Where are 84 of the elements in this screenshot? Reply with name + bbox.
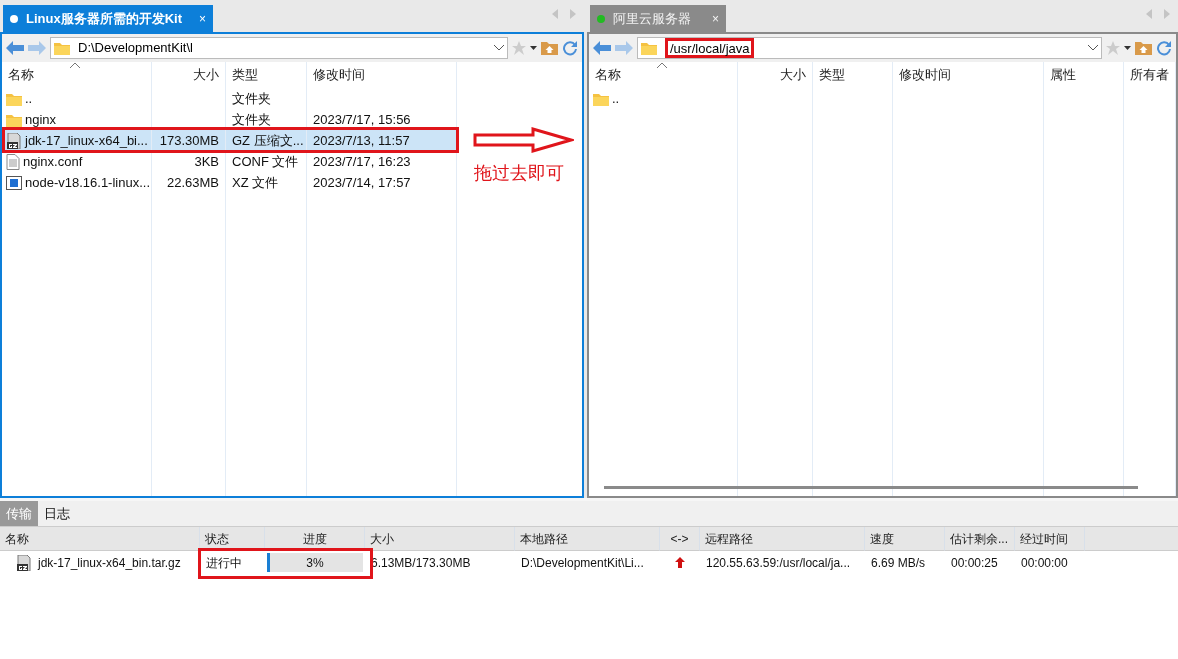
column-header[interactable]: 估计剩余... — [945, 527, 1015, 551]
file-name-cell[interactable]: node-v18.16.1-linux... — [2, 172, 151, 193]
table-cell-text: 22.63MB — [165, 173, 220, 192]
table-cell-text: 进行中 — [205, 554, 243, 572]
column-header[interactable]: 所有者 — [1124, 62, 1175, 88]
horizontal-scrollbar[interactable] — [604, 486, 1138, 489]
table-cell-text: 6.13MB/173.30MB — [370, 554, 472, 572]
table-cell-text: 3KB — [193, 152, 220, 171]
tab-title: Linux服务器所需的开发Kit — [26, 9, 183, 28]
star-icon[interactable] — [1106, 41, 1120, 55]
archive-file-icon — [16, 554, 32, 571]
sort-caret-icon — [70, 62, 80, 68]
folder-icon — [641, 41, 657, 55]
table-cell-text: D:\DevelopmentKit\Li... — [520, 554, 645, 572]
progress-text: 3% — [306, 554, 324, 572]
path-text: D:\DevelopmentKit\l — [78, 39, 193, 58]
table-cell: 173.30MB — [152, 130, 225, 151]
folder-icon — [54, 41, 70, 55]
forward-arrow-icon[interactable] — [615, 41, 633, 55]
table-cell-text: 6.69 MB/s — [870, 554, 927, 572]
column-header[interactable]: 名称 — [0, 527, 200, 551]
dropdown-caret-icon[interactable] — [494, 45, 504, 51]
file-name-cell[interactable]: nginx — [2, 109, 151, 130]
caret-icon[interactable] — [1124, 46, 1131, 50]
column-header[interactable]: 大小 — [365, 527, 515, 551]
scroll-left-icon[interactable] — [1146, 9, 1152, 19]
table-cell-text: CONF 文件 — [231, 152, 300, 171]
path-field[interactable]: D:\DevelopmentKit\l — [50, 37, 508, 59]
tab[interactable]: 日志 — [38, 501, 76, 526]
refresh-icon[interactable] — [562, 40, 578, 56]
table-cell-text: 文件夹 — [231, 110, 272, 129]
scroll-right-icon[interactable] — [570, 9, 576, 19]
close-button[interactable]: × — [199, 9, 206, 28]
column-header[interactable]: 类型 — [813, 62, 892, 88]
column-header[interactable]: 名称 — [589, 62, 737, 88]
column-header[interactable]: 进度 — [265, 527, 365, 551]
folder-icon — [6, 112, 22, 127]
column-header[interactable]: 经过时间 — [1015, 527, 1085, 551]
file-icon — [6, 175, 22, 190]
refresh-icon[interactable] — [1156, 40, 1172, 56]
path-text: /usr/local/java — [670, 41, 750, 55]
tab[interactable]: Linux服务器所需的开发Kit × — [3, 5, 213, 32]
table-cell: 2023/7/13, 11:57 — [307, 130, 456, 151]
back-arrow-icon[interactable] — [593, 41, 611, 55]
column-header[interactable]: 修改时间 — [307, 62, 456, 88]
text-file-icon — [6, 153, 20, 170]
star-icon[interactable] — [512, 41, 526, 55]
column-header[interactable]: 修改时间 — [893, 62, 1043, 88]
archive-file-icon — [6, 132, 22, 149]
column-header[interactable]: 本地路径 — [515, 527, 660, 551]
forward-arrow-icon[interactable] — [28, 41, 46, 55]
table-cell-text: 2023/7/14, 17:57 — [312, 173, 412, 192]
table-cell-text: 2023/7/17, 16:23 — [312, 152, 412, 171]
path-field[interactable]: /usr/local/java — [637, 37, 1102, 59]
column-header[interactable]: 远程路径 — [700, 527, 865, 551]
folder-icon — [593, 91, 609, 106]
tab-title: 阿里云服务器 — [613, 9, 692, 28]
column-header[interactable]: 属性 — [1044, 62, 1123, 88]
table-cell-text: 文件夹 — [231, 89, 272, 108]
column-header[interactable]: <-> — [660, 527, 700, 551]
table-cell-text: XZ 文件 — [231, 173, 280, 192]
caret-icon[interactable] — [530, 46, 537, 50]
scroll-left-icon[interactable] — [552, 9, 558, 19]
folder-icon — [6, 91, 22, 106]
table-cell-text: 00:00:00 — [1020, 554, 1069, 572]
column-header[interactable]: 名称 — [2, 62, 151, 88]
back-arrow-icon[interactable] — [6, 41, 24, 55]
column-header[interactable]: 大小 — [152, 62, 225, 88]
column-header[interactable]: 类型 — [226, 62, 306, 88]
table-cell-text: 2023/7/17, 15:56 — [312, 110, 412, 129]
table-cell-text: 120.55.63.59:/usr/local/ja... — [705, 554, 852, 572]
file-name-cell[interactable]: jdk-17_linux-x64_bin.tar.gz — [0, 551, 200, 574]
sort-caret-icon — [657, 62, 667, 68]
dropdown-caret-icon[interactable] — [1088, 45, 1098, 51]
file-name-cell[interactable]: .. — [589, 88, 737, 109]
column-header[interactable]: 大小 — [738, 62, 812, 88]
annotation-note: 拖过去即可 — [474, 162, 564, 185]
column-header[interactable]: 状态 — [200, 527, 265, 551]
column-header[interactable]: 速度 — [865, 527, 945, 551]
file-name-cell[interactable]: .. — [2, 88, 151, 109]
scroll-right-icon[interactable] — [1164, 9, 1170, 19]
file-name-cell[interactable]: nginx.conf — [2, 151, 151, 172]
table-cell-text: 00:00:25 — [950, 554, 999, 572]
table-cell: GZ 压缩文... — [226, 130, 306, 151]
